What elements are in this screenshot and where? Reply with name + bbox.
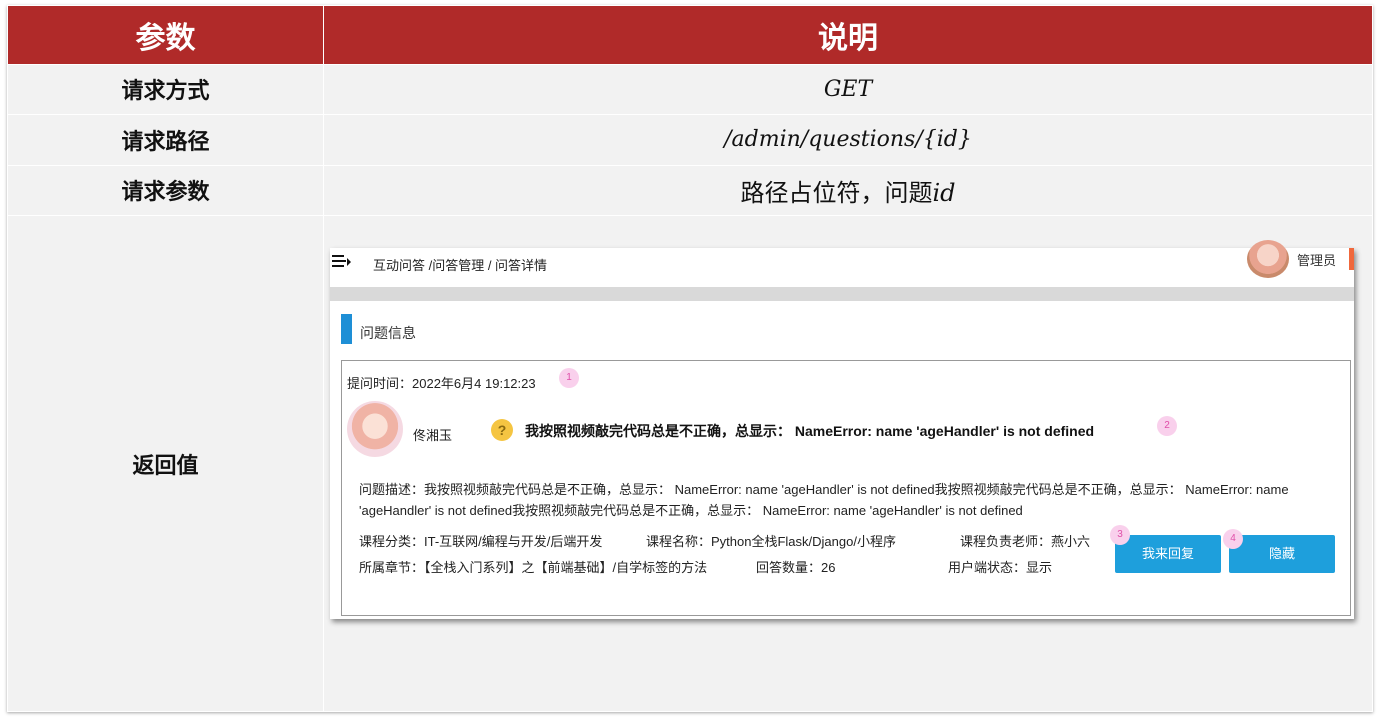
ask-time: 提问时间：2022年6月4 19:12:23 <box>347 376 536 391</box>
method-label: 请求方式 <box>7 63 324 116</box>
params-value: 路径占位符，问题id <box>323 164 1373 217</box>
answer-count: 回答数量：26 <box>756 560 836 575</box>
admin-avatar[interactable] <box>1247 240 1289 278</box>
teacher: 课程负责老师：燕小六 <box>960 534 1091 549</box>
course-name: 课程名称：Python全栈Flask/Django/小程序 <box>646 534 896 549</box>
question-card: 提问时间：2022年6月4 19:12:23 1 佟湘玉 ? 我按照视频敲完代码… <box>341 360 1351 616</box>
question-title: 我按照视频敲完代码总是不正确，总显示： NameError: name 'age… <box>525 423 1095 439</box>
question-detail-screenshot: 互动问答 /问答管理 / 问答详情 管理员 问题信息 提问时间：2022年6月4… <box>330 240 1354 619</box>
admin-name[interactable]: 管理员 <box>1297 250 1336 269</box>
user-name: 佟湘玉 <box>413 428 453 443</box>
marker-3: 3 <box>1110 525 1130 545</box>
hide-button[interactable]: 隐藏 <box>1229 535 1335 573</box>
section-accent-bar <box>341 314 352 344</box>
top-bar: 互动问答 /问答管理 / 问答详情 管理员 <box>330 240 1354 284</box>
menu-icon[interactable] <box>332 255 351 269</box>
divider-bar <box>330 287 1354 301</box>
user-status: 用户端状态：显示 <box>948 560 1053 575</box>
question-description: 问题描述：我按照视频敲完代码总是不正确，总显示： NameError: name… <box>359 482 1289 518</box>
reply-button[interactable]: 我来回复 <box>1115 535 1221 573</box>
desc-header: 说明 <box>323 5 1373 65</box>
marker-1: 1 <box>559 368 579 388</box>
marker-2: 2 <box>1157 416 1177 436</box>
admin-flag <box>1349 248 1354 270</box>
breadcrumb: 互动问答 /问答管理 / 问答详情 <box>373 258 548 273</box>
return-label: 返回值 <box>7 215 324 712</box>
param-header: 参数 <box>7 5 324 65</box>
params-value-suffix: id <box>932 178 956 207</box>
params-label: 请求参数 <box>7 164 324 217</box>
method-value: GET <box>323 63 1373 116</box>
marker-4: 4 <box>1223 529 1243 549</box>
question-icon: ? <box>491 419 513 441</box>
section-title: 问题信息 <box>360 325 416 341</box>
chapter: 所属章节：【全栈入门系列】之【前端基础】/自学标签的方法 <box>359 560 708 575</box>
path-label: 请求路径 <box>7 114 324 166</box>
params-value-prefix: 路径占位符，问题 <box>740 178 933 207</box>
path-value: /admin/questions/{id} <box>323 114 1373 166</box>
course-category: 课程分类：IT-互联网/编程与开发/后端开发 <box>359 534 603 549</box>
user-avatar <box>347 401 403 457</box>
